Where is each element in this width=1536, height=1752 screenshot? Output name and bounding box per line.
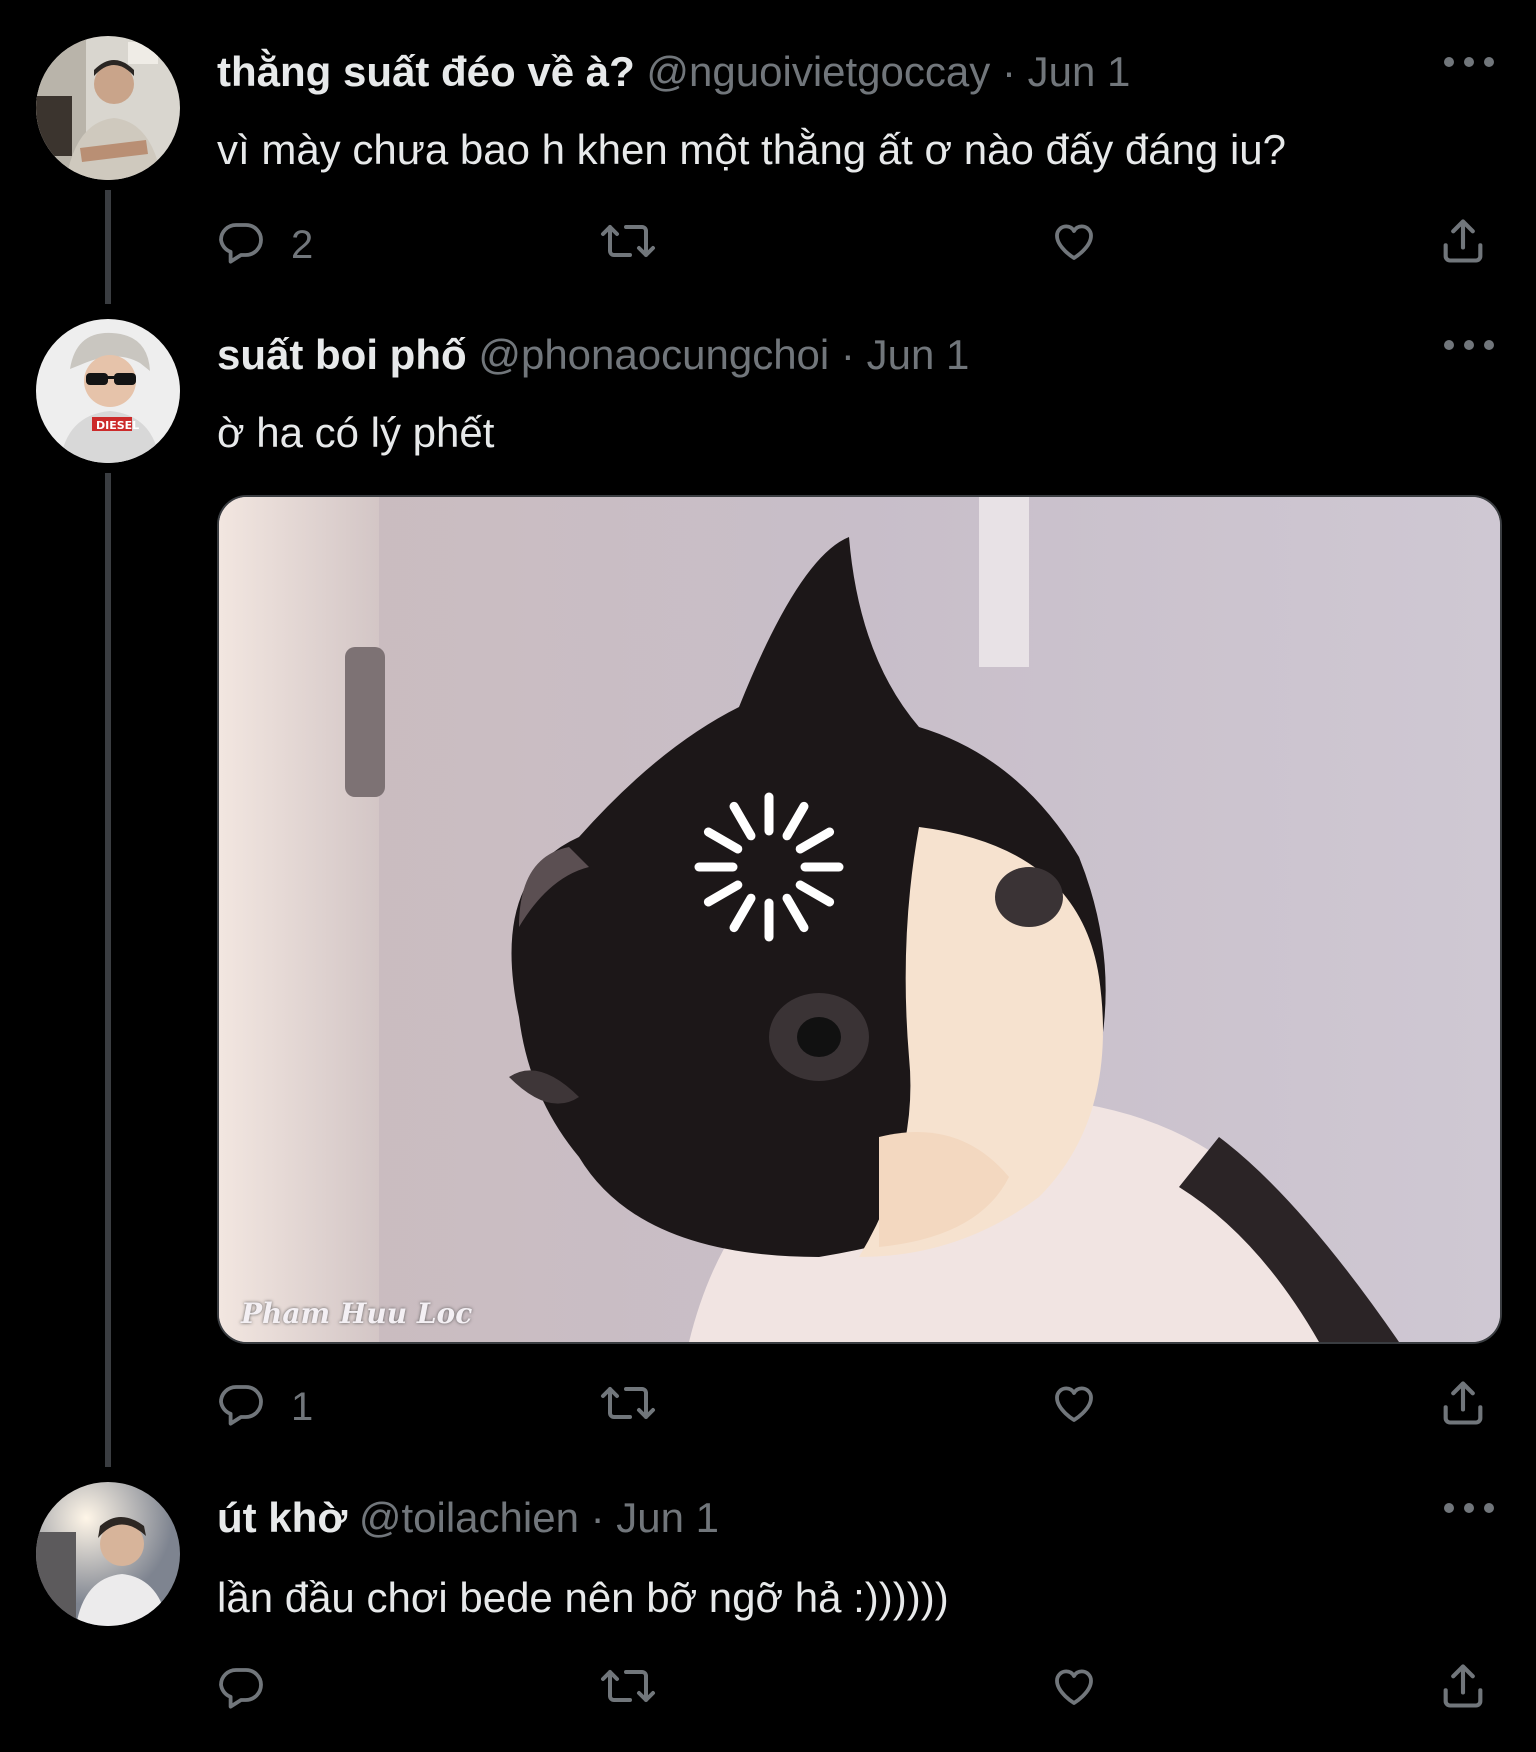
more-icon[interactable]	[1444, 50, 1494, 74]
like-button[interactable]	[1049, 211, 1099, 271]
tweet-actions: 1	[217, 1373, 1497, 1433]
tweet-header: suất boi phố @phonaocungchoi · Jun 1	[217, 327, 969, 383]
tweet-text: vì mày chưa bao h khen một thằng ất ơ nà…	[217, 126, 1287, 173]
heart-icon	[1049, 1379, 1099, 1427]
tweet-header: út khờ @toilachien · Jun 1	[217, 1490, 719, 1546]
retweet-icon	[600, 1379, 656, 1427]
more-icon[interactable]	[1444, 333, 1494, 357]
reply-icon	[217, 1662, 265, 1710]
tweet-date[interactable]: Jun 1	[1028, 48, 1131, 95]
avatar[interactable]: DIESEL	[36, 319, 180, 463]
separator-dot: ·	[590, 1494, 605, 1541]
retweet-button[interactable]	[600, 1373, 656, 1433]
share-icon	[1437, 1377, 1489, 1429]
like-button[interactable]	[1049, 1656, 1099, 1716]
tweet[interactable]: DIESEL suất boi phố @phonaocungchoi · Ju…	[0, 283, 1536, 1443]
media-watermark: Pham Huu Loc	[241, 1297, 473, 1330]
tweet-date[interactable]: Jun 1	[616, 1494, 719, 1541]
display-name[interactable]: út khờ	[217, 1494, 347, 1541]
tweet-text: lần đầu chơi bede nên bỡ ngỡ hả :))))))	[217, 1574, 949, 1621]
heart-icon	[1049, 217, 1099, 265]
reply-button[interactable]	[217, 1656, 291, 1716]
heart-icon	[1049, 1662, 1099, 1710]
like-button[interactable]	[1049, 1373, 1099, 1433]
share-button[interactable]	[1437, 1656, 1489, 1716]
tweet-actions: 2	[217, 211, 1497, 271]
share-icon	[1437, 215, 1489, 267]
retweet-button[interactable]	[600, 211, 656, 271]
retweet-icon	[600, 217, 656, 265]
display-name[interactable]: suất boi phố	[217, 331, 467, 378]
avatar[interactable]	[36, 36, 180, 180]
separator-dot: ·	[840, 331, 855, 378]
share-icon	[1437, 1660, 1489, 1712]
user-handle[interactable]: @nguoivietgoccay	[646, 48, 990, 95]
share-button[interactable]	[1437, 1373, 1489, 1433]
avatar[interactable]	[36, 1482, 180, 1626]
svg-text:DIESEL: DIESEL	[96, 419, 139, 432]
more-icon[interactable]	[1444, 1496, 1494, 1520]
loading-spinner-icon	[694, 792, 844, 942]
retweet-icon	[600, 1662, 656, 1710]
tweet[interactable]: út khờ @toilachien · Jun 1 lần đầu chơi …	[0, 1446, 1536, 1752]
separator-dot: ·	[1001, 48, 1016, 95]
user-handle[interactable]: @toilachien	[359, 1494, 579, 1541]
reply-icon	[217, 1379, 265, 1427]
reply-count: 1	[291, 1384, 314, 1429]
tweet[interactable]: thằng suất đéo về à? @nguoivietgoccay · …	[0, 0, 1536, 300]
retweet-button[interactable]	[600, 1656, 656, 1716]
tweet-actions	[217, 1656, 1497, 1716]
display-name[interactable]: thằng suất đéo về à?	[217, 48, 635, 95]
user-handle[interactable]: @phonaocungchoi	[478, 331, 829, 378]
tweet-text: ờ ha có lý phết	[217, 409, 495, 456]
tweet-media[interactable]: Pham Huu Loc	[217, 495, 1502, 1344]
reply-icon	[217, 217, 265, 265]
tweet-header: thằng suất đéo về à? @nguoivietgoccay · …	[217, 44, 1130, 100]
reply-button[interactable]: 1	[217, 1373, 313, 1433]
share-button[interactable]	[1437, 211, 1489, 271]
tweet-date[interactable]: Jun 1	[867, 331, 970, 378]
tweet-thread: thằng suất đéo về à? @nguoivietgoccay · …	[0, 0, 1536, 1752]
reply-button[interactable]: 2	[217, 211, 313, 271]
reply-count: 2	[291, 222, 314, 267]
